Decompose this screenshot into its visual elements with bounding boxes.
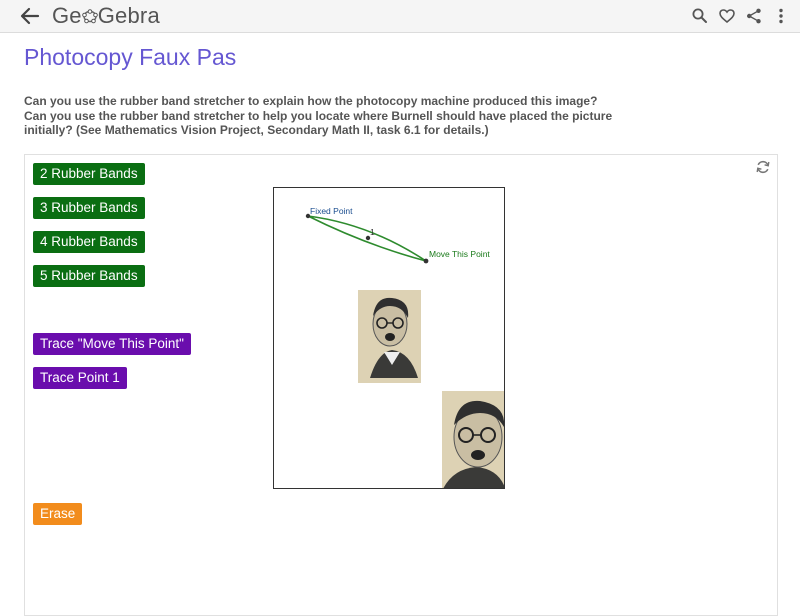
trace-point-1-button[interactable]: Trace Point 1 <box>33 367 127 389</box>
move-point-label: Move This Point <box>429 249 490 259</box>
page-description: Can you use the rubber band stretcher to… <box>24 94 664 138</box>
four-rubber-bands-button[interactable]: 4 Rubber Bands <box>33 231 145 253</box>
share-icon[interactable] <box>745 7 763 25</box>
back-arrow-icon[interactable] <box>18 5 42 27</box>
graphics-view[interactable]: Fixed Point 1 Move This Point <box>273 187 505 489</box>
erase-button[interactable]: Erase <box>33 503 83 525</box>
refresh-icon[interactable] <box>755 159 771 175</box>
five-rubber-bands-button[interactable]: 5 Rubber Bands <box>33 265 145 287</box>
point-1-label: 1 <box>370 227 375 237</box>
large-portrait-image <box>442 391 504 488</box>
trace-move-point-button[interactable]: Trace "Move This Point" <box>33 333 191 355</box>
logo-text-right: Gebra <box>97 3 160 28</box>
top-bar: Ge Gebra <box>0 0 800 33</box>
logo-flower-icon <box>81 9 98 24</box>
more-vert-icon[interactable] <box>772 7 790 25</box>
page-title: Photocopy Faux Pas <box>24 44 237 70</box>
small-portrait-image <box>358 290 421 383</box>
logo-text-left: Ge <box>52 3 82 28</box>
search-icon[interactable] <box>691 7 709 25</box>
description-line-1: Can you use the rubber band stretcher to… <box>24 94 598 108</box>
description-line-2: Can you use the rubber band stretcher to… <box>24 108 613 138</box>
two-rubber-bands-button[interactable]: 2 Rubber Bands <box>33 163 145 185</box>
geogebra-applet[interactable]: 2 Rubber Bands 3 Rubber Bands 4 Rubber B… <box>24 154 778 616</box>
geogebra-logo[interactable]: Ge Gebra <box>52 3 160 29</box>
three-rubber-bands-button[interactable]: 3 Rubber Bands <box>33 197 145 219</box>
fixed-point-label: Fixed Point <box>310 206 353 216</box>
heart-icon[interactable] <box>718 7 736 25</box>
move-this-point[interactable] <box>423 258 429 264</box>
